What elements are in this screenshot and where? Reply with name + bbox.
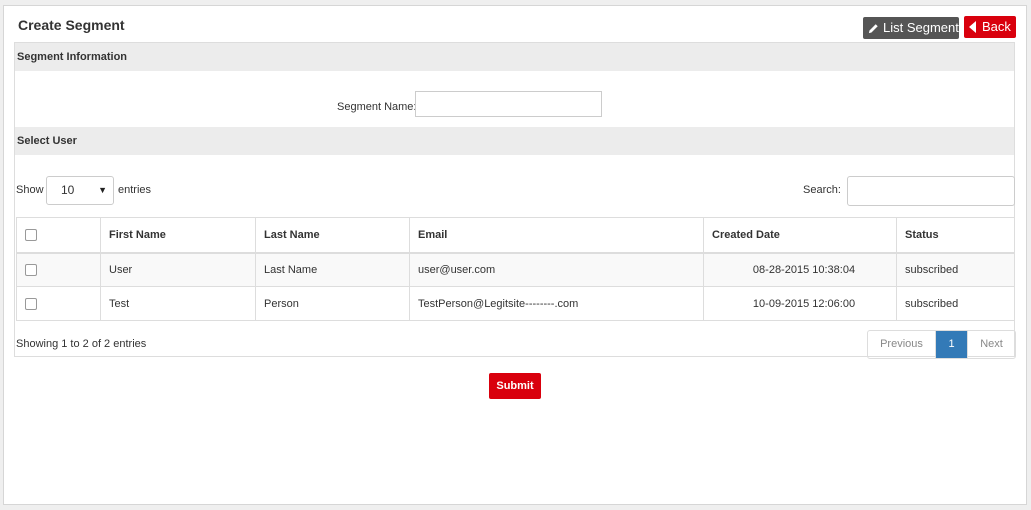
show-label: Show xyxy=(16,184,44,196)
main-panel: Create Segment List Segment Back Segment… xyxy=(3,5,1027,505)
list-segment-label: List Segment xyxy=(883,20,959,35)
submit-button[interactable]: Submit xyxy=(489,373,541,399)
pencil-icon xyxy=(868,23,879,34)
select-all-cell xyxy=(16,217,101,254)
created-date-cell: 08-28-2015 10:38:04 xyxy=(703,252,897,287)
segment-name-input[interactable] xyxy=(415,91,602,117)
select-user-heading: Select User xyxy=(15,127,1014,155)
page-size-select[interactable]: 10 ▼ xyxy=(46,176,114,205)
status-cell: subscribed xyxy=(896,252,1015,287)
table-row: User Last Name user@user.com 08-28-2015 … xyxy=(16,252,1015,287)
last-name-cell: Last Name xyxy=(255,252,410,287)
search-label: Search: xyxy=(803,184,841,196)
column-status[interactable]: Status xyxy=(896,217,1015,254)
list-segment-button[interactable]: List Segment xyxy=(863,17,959,39)
users-table: First Name Last Name Email Created Date … xyxy=(16,217,1015,321)
caret-down-icon: ▼ xyxy=(98,185,107,195)
page-1-button[interactable]: 1 xyxy=(936,331,967,358)
email-cell: TestPerson@Legitsite--------.com xyxy=(409,286,704,321)
column-first-name[interactable]: First Name xyxy=(100,217,256,254)
status-cell: subscribed xyxy=(896,286,1015,321)
back-button[interactable]: Back xyxy=(964,16,1016,38)
page-size-value: 10 xyxy=(61,183,75,197)
column-last-name[interactable]: Last Name xyxy=(255,217,410,254)
entries-label: entries xyxy=(118,184,152,196)
first-name-cell: Test xyxy=(100,286,256,321)
select-all-checkbox[interactable] xyxy=(25,228,37,241)
row-checkbox[interactable] xyxy=(25,263,37,276)
column-created-date[interactable]: Created Date xyxy=(703,217,897,254)
pagination: Previous 1 Next xyxy=(867,330,1016,359)
segment-information-heading: Segment Information xyxy=(15,43,1014,71)
table-info: Showing 1 to 2 of 2 entries xyxy=(16,338,147,350)
page-title: Create Segment xyxy=(18,17,125,33)
table-header-row: First Name Last Name Email Created Date … xyxy=(16,217,1015,254)
search-input[interactable] xyxy=(847,176,1015,206)
table-row: Test Person TestPerson@Legitsite--------… xyxy=(16,286,1015,321)
created-date-cell: 10-09-2015 12:06:00 xyxy=(703,286,897,321)
row-select-cell xyxy=(16,252,101,287)
caret-left-icon xyxy=(969,21,977,33)
email-cell: user@user.com xyxy=(409,252,704,287)
last-name-cell: Person xyxy=(255,286,410,321)
previous-page-button[interactable]: Previous xyxy=(868,331,936,358)
row-checkbox[interactable] xyxy=(25,297,37,310)
column-email[interactable]: Email xyxy=(409,217,704,254)
segment-name-label: Segment Name: xyxy=(337,101,417,113)
back-label: Back xyxy=(982,19,1011,34)
first-name-cell: User xyxy=(100,252,256,287)
next-page-button[interactable]: Next xyxy=(967,331,1015,358)
row-select-cell xyxy=(16,286,101,321)
segment-form: Segment Information Segment Name: Select… xyxy=(14,42,1016,359)
